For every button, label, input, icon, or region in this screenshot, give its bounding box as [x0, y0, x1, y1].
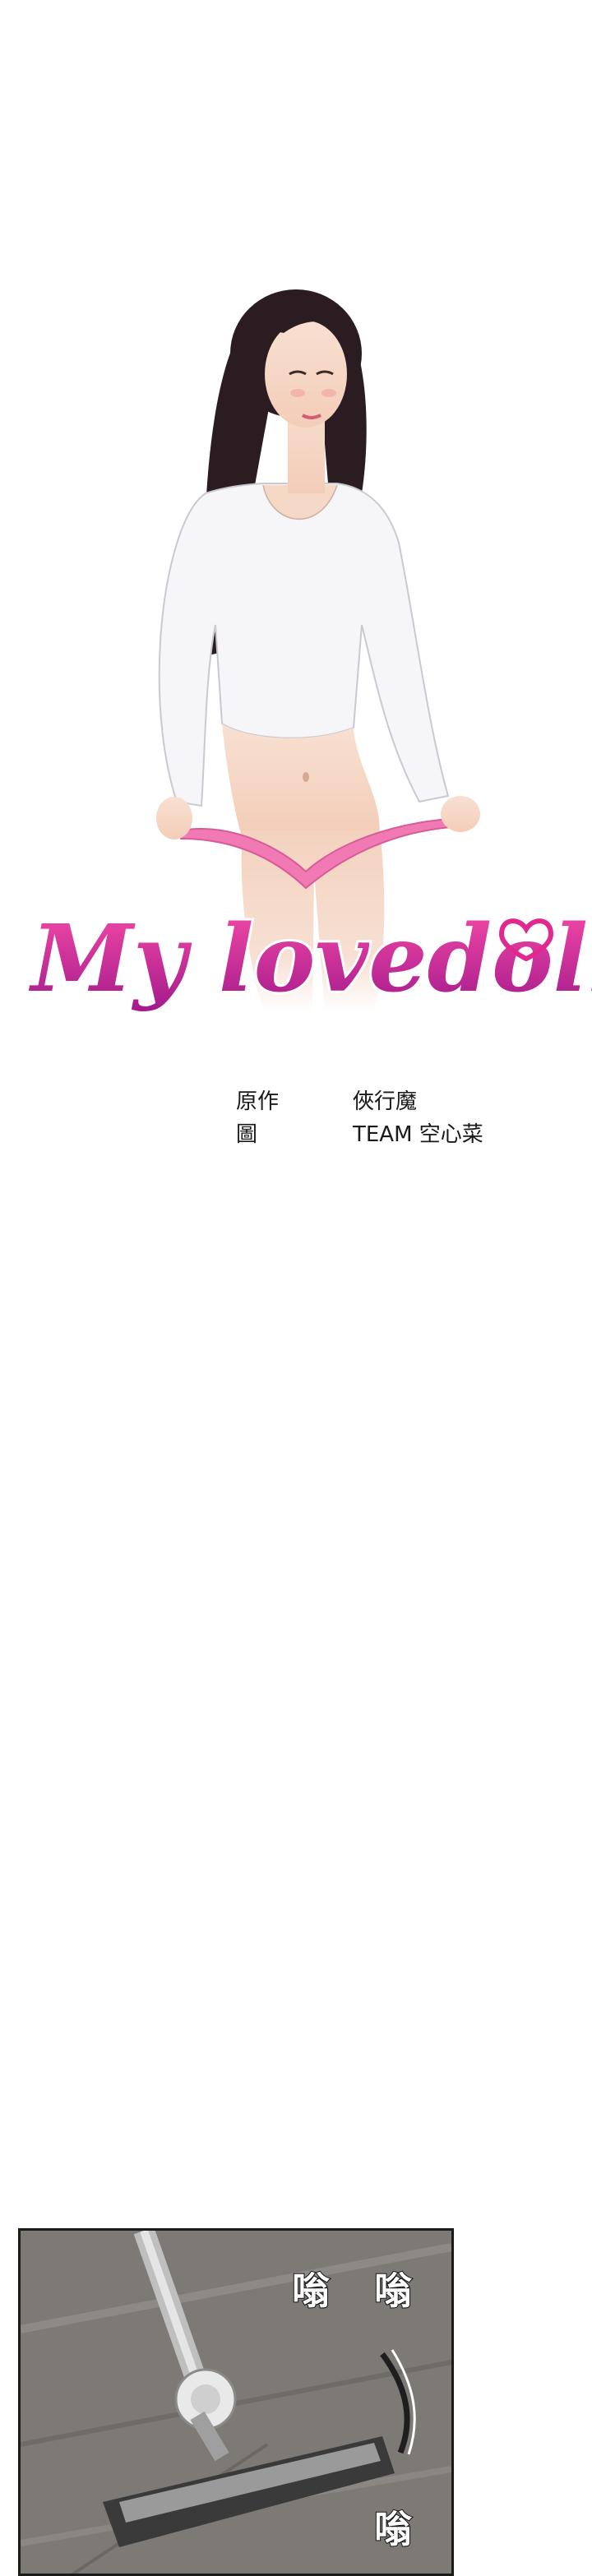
credit-row-original: 原作 俠行魔 — [236, 1085, 532, 1118]
title-logo: My lovedoll — [25, 903, 592, 1015]
credit-role: 原作 — [236, 1089, 280, 1114]
comic-page: My lovedoll 原作 俠行魔 圖 TEAM 空心菜 嗡 嗡 嗡 — [0, 0, 592, 2576]
credit-role: 圖 — [236, 1122, 258, 1147]
credits: 原作 俠行魔 圖 TEAM 空心菜 — [236, 1085, 532, 1151]
credit-name: TEAM 空心菜 — [353, 1122, 483, 1147]
sound-effect-text: 嗡 — [291, 2268, 331, 2313]
sound-effect-text: 嗡 — [373, 2268, 413, 2313]
credit-name: 俠行魔 — [353, 1089, 418, 1114]
credit-row-art: 圖 TEAM 空心菜 — [236, 1118, 532, 1151]
comic-panel-vacuum: 嗡 嗡 嗡 — [18, 2228, 454, 2576]
sound-effect-text: 嗡 — [373, 2507, 413, 2551]
cover-illustration: My lovedoll — [0, 0, 592, 1044]
